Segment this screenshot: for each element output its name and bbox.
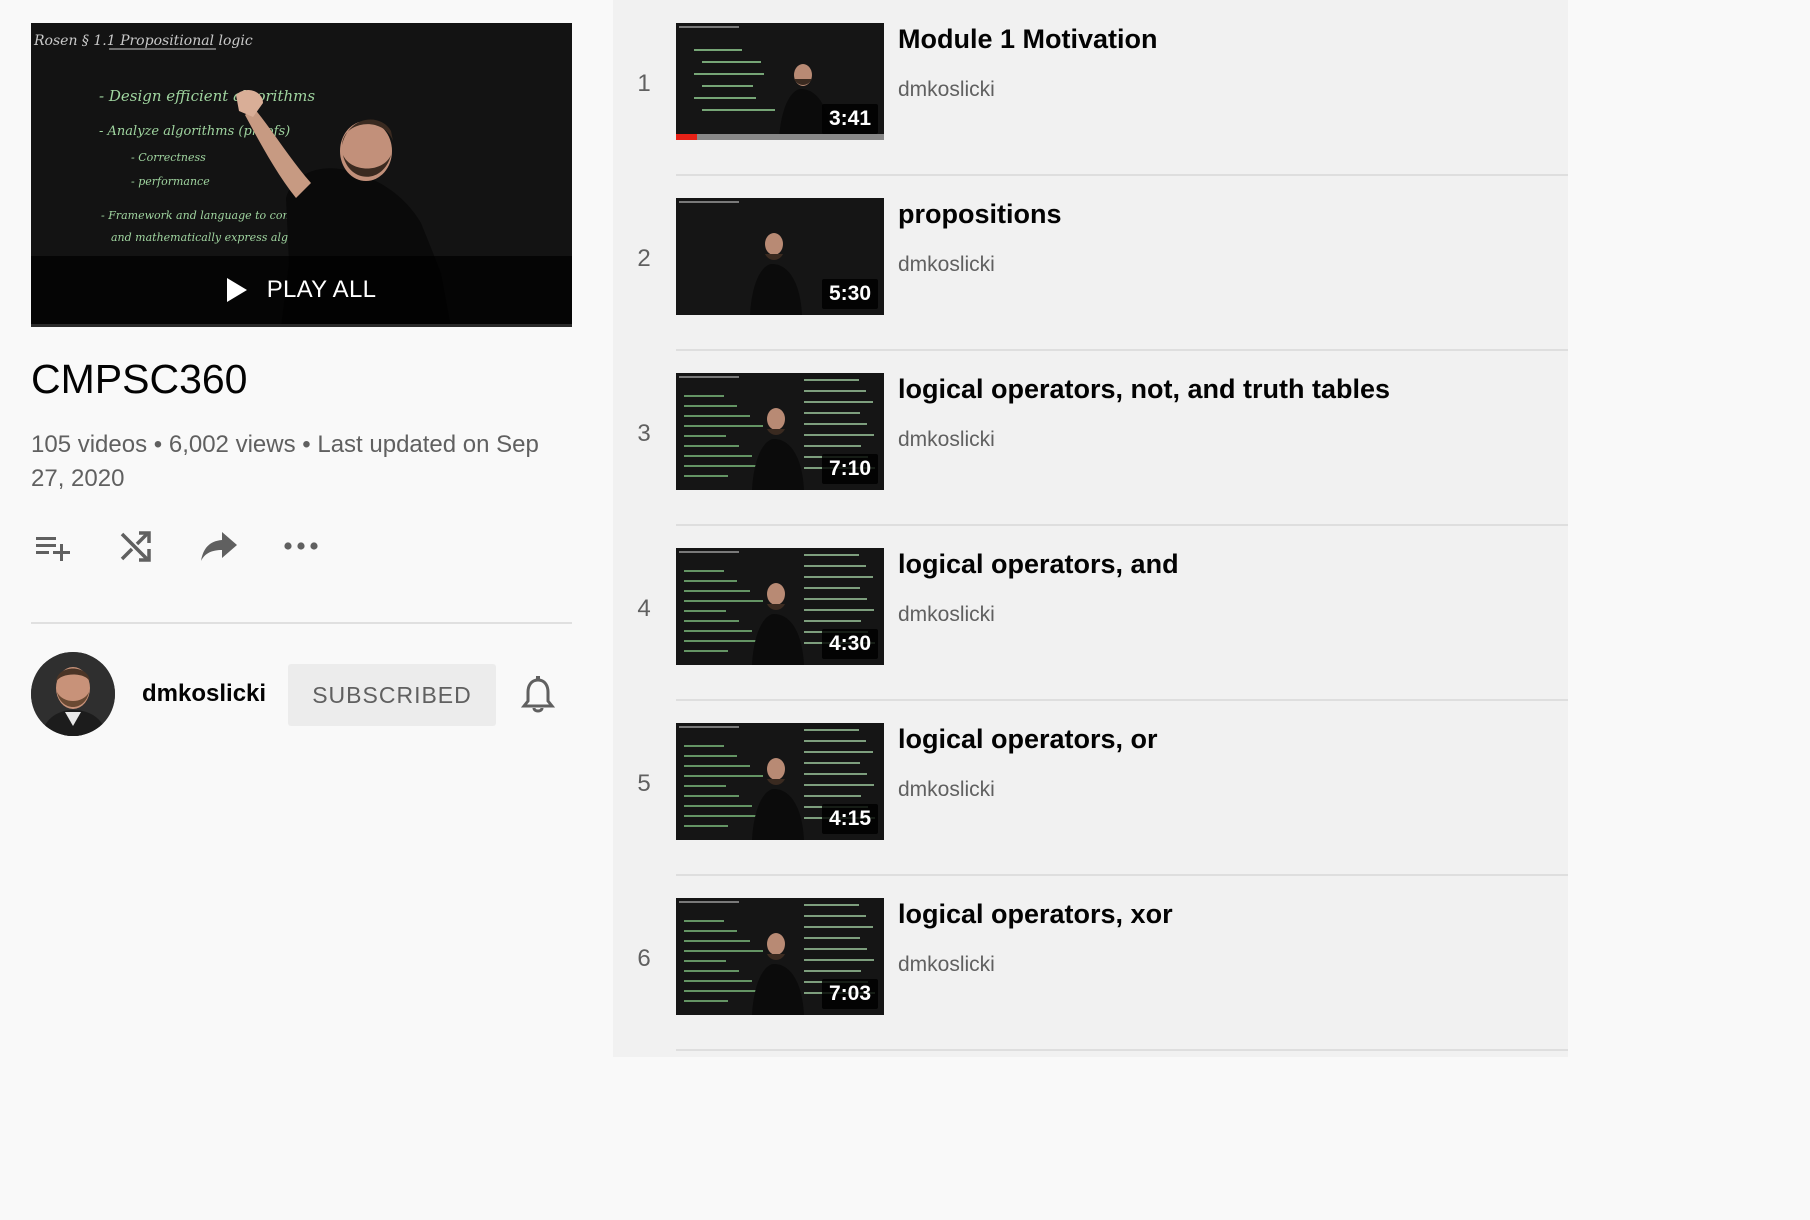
- notification-bell-button[interactable]: [520, 676, 556, 714]
- video-title-link[interactable]: logical operators, and: [898, 549, 1179, 580]
- divider: [31, 622, 572, 624]
- board-line: - performance: [131, 175, 210, 188]
- board-line: - Correctness: [131, 151, 206, 164]
- video-index: 5: [637, 770, 651, 797]
- playlist-video-row[interactable]: 5 4:15 logical operators, or dmkoslicki: [613, 700, 1568, 876]
- share-button[interactable]: [197, 524, 241, 568]
- more-button[interactable]: [279, 524, 323, 568]
- playlist-sidebar: Rosen § 1.1 Propositional logic - Design…: [0, 0, 613, 1057]
- video-thumbnail[interactable]: 5:30: [676, 198, 884, 315]
- owner-name-link[interactable]: dmkoslicki: [142, 680, 266, 708]
- video-thumbnail[interactable]: 4:30: [676, 548, 884, 665]
- meta-separator: •: [147, 431, 169, 458]
- shuffle-icon: [120, 531, 151, 562]
- board-line: Rosen § 1.1 Propositional logic: [33, 33, 253, 49]
- channel-name-link[interactable]: dmkoslicki: [898, 428, 995, 452]
- duration-badge: 5:30: [821, 279, 878, 309]
- video-thumbnail[interactable]: 7:03: [676, 898, 884, 1015]
- playlist-title: CMPSC360: [31, 356, 248, 402]
- playlist-stats: 105 videos • 6,002 views • Last updated …: [31, 428, 576, 496]
- video-title-link[interactable]: Module 1 Motivation: [898, 24, 1158, 55]
- playlist-video-row[interactable]: 4 4:30 logical operators, and dmkoslicki: [613, 525, 1568, 701]
- playlist-add-icon: [36, 537, 70, 561]
- channel-name-link[interactable]: dmkoslicki: [898, 78, 995, 102]
- duration-badge: 3:41: [821, 104, 878, 134]
- playlist-video-row[interactable]: 1 3:41 Module 1 Motivation dmkoslicki: [613, 0, 1568, 176]
- playlist-video-row[interactable]: 2 5:30 propositions dmkoslicki: [613, 175, 1568, 351]
- video-count: 105 videos: [31, 431, 148, 458]
- duration-badge: 7:03: [821, 979, 878, 1009]
- row-divider: [676, 1049, 1568, 1051]
- video-title-link[interactable]: propositions: [898, 199, 1062, 230]
- playlist-video-row[interactable]: 6 7:03 logical operators, xor dmkoslicki: [613, 875, 1568, 1051]
- avatar[interactable]: [31, 652, 115, 736]
- channel-name-link[interactable]: dmkoslicki: [898, 953, 995, 977]
- save-to-queue-button[interactable]: [31, 524, 75, 568]
- shuffle-button[interactable]: [113, 524, 157, 568]
- duration-badge: 4:15: [821, 804, 878, 834]
- playlist-thumbnail[interactable]: Rosen § 1.1 Propositional logic - Design…: [31, 23, 572, 327]
- video-index: 4: [637, 595, 651, 622]
- duration-badge: 7:10: [821, 454, 878, 484]
- channel-name-link[interactable]: dmkoslicki: [898, 603, 995, 627]
- bell-icon: [520, 676, 556, 713]
- more-horizontal-icon: [284, 542, 318, 550]
- video-index: 6: [637, 945, 651, 972]
- video-title-link[interactable]: logical operators, not, and truth tables: [898, 374, 1390, 405]
- video-thumbnail[interactable]: 3:41: [676, 23, 884, 140]
- video-thumbnail[interactable]: 4:15: [676, 723, 884, 840]
- playlist-video-list: 1 3:41 Module 1 Motivation dmkoslicki 2: [613, 0, 1568, 1057]
- owner-avatar-image: [31, 652, 115, 736]
- video-title-link[interactable]: logical operators, xor: [898, 899, 1173, 930]
- view-count: 6,002 views: [168, 431, 296, 458]
- video-title-link[interactable]: logical operators, or: [898, 724, 1158, 755]
- play-all-button[interactable]: PLAY ALL: [31, 256, 572, 324]
- video-index: 3: [637, 420, 651, 447]
- watch-progress-bar: [676, 134, 884, 140]
- share-icon: [201, 532, 237, 561]
- meta-separator: •: [295, 431, 318, 458]
- play-all-label: PLAY ALL: [266, 276, 377, 303]
- duration-badge: 4:30: [821, 629, 878, 659]
- video-index: 1: [637, 70, 651, 97]
- playlist-actions: [31, 524, 351, 568]
- channel-name-link[interactable]: dmkoslicki: [898, 778, 995, 802]
- board-line: - Design efficient algorithms: [99, 87, 315, 105]
- video-thumbnail[interactable]: 7:10: [676, 373, 884, 490]
- video-index: 2: [637, 245, 651, 272]
- channel-name-link[interactable]: dmkoslicki: [898, 253, 995, 277]
- playlist-video-row[interactable]: 3 7:10 logical operators, not, and truth…: [613, 350, 1568, 526]
- subscribe-button[interactable]: SUBSCRIBED: [288, 664, 496, 726]
- play-icon: [226, 278, 247, 302]
- playlist-owner: dmkoslicki SUBSCRIBED: [31, 652, 591, 736]
- watch-progress-fill: [676, 134, 697, 140]
